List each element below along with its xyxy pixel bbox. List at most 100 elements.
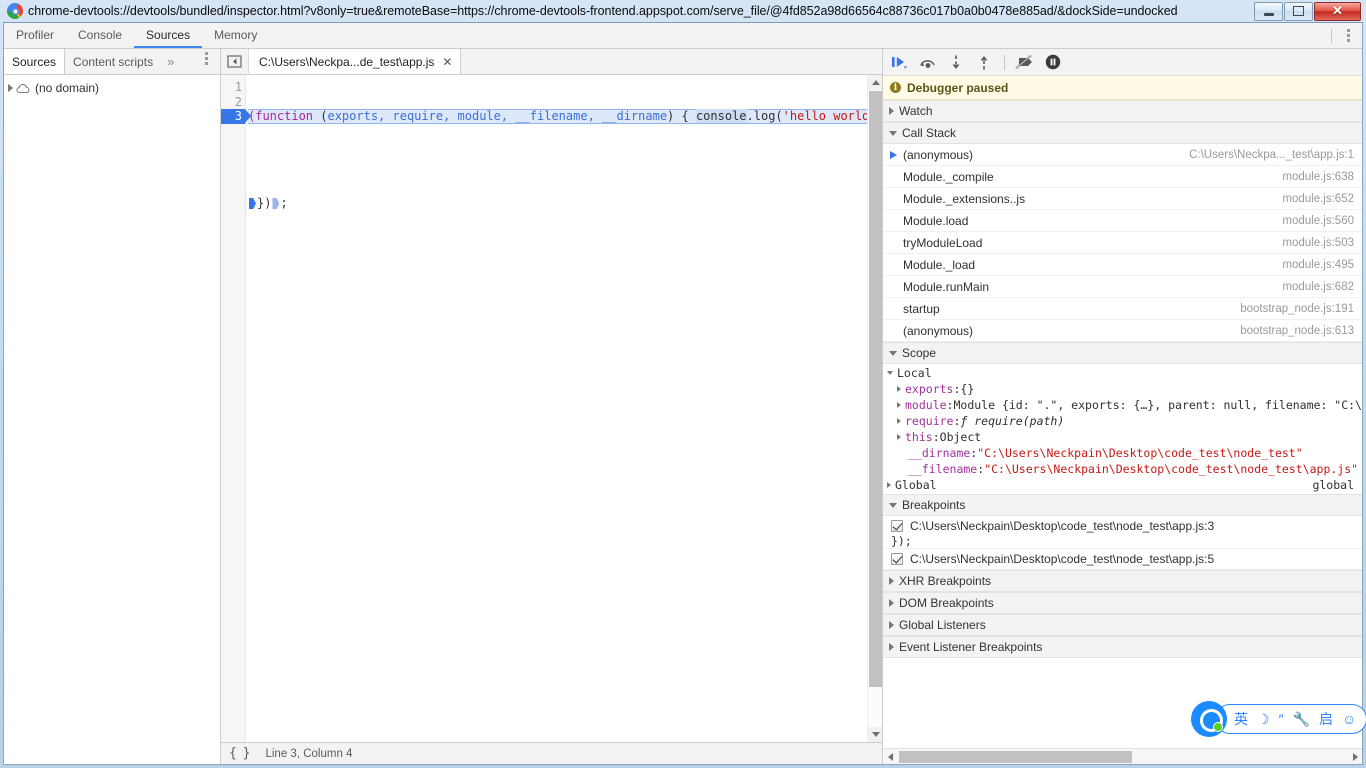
- close-button[interactable]: ✕: [1314, 1, 1361, 21]
- editor-vertical-scrollbar[interactable]: [867, 75, 882, 742]
- scope-separator: :: [970, 446, 978, 460]
- call-stack-row[interactable]: Module.load module.js:560: [883, 210, 1362, 232]
- line-number[interactable]: 1: [221, 80, 245, 95]
- call-stack-location: bootstrap_node.js:191: [1240, 302, 1354, 315]
- scope-row-this[interactable]: this: Object: [883, 429, 1362, 445]
- chevron-right-icon[interactable]: [897, 386, 901, 392]
- breakpoint-item[interactable]: C:\Users\Neckpain\Desktop\code_test\node…: [883, 516, 1362, 549]
- chevron-down-icon: [889, 130, 897, 136]
- call-stack-row[interactable]: Module._load module.js:495: [883, 254, 1362, 276]
- call-stack-row[interactable]: (anonymous) bootstrap_node.js:613: [883, 320, 1362, 342]
- chevron-right-icon[interactable]: [897, 402, 901, 408]
- call-stack-row[interactable]: tryModuleLoad module.js:503: [883, 232, 1362, 254]
- deactivate-breakpoints-icon[interactable]: [1012, 51, 1038, 73]
- tab-memory[interactable]: Memory: [202, 23, 269, 48]
- editor-pane: C:\Users\Neckpa...de_test\app.js ✕ 1 2 3…: [221, 49, 882, 764]
- section-xhr-breakpoints[interactable]: XHR Breakpoints: [883, 570, 1362, 592]
- devtools-window: Profiler Console Sources Memory Sources …: [3, 22, 1363, 765]
- nav-tab-sources[interactable]: Sources: [4, 49, 66, 74]
- section-event-listener-breakpoints[interactable]: Event Listener Breakpoints: [883, 636, 1362, 658]
- code-editor[interactable]: 1 2 3 (function (exports, require, modul…: [221, 75, 867, 742]
- ime-toolbar[interactable]: 英 ☽ ″ 🔧 启 ☺: [1191, 700, 1366, 738]
- chevron-right-icon[interactable]: [897, 434, 901, 440]
- toolbox-icon[interactable]: 启: [1319, 709, 1333, 729]
- section-dom-breakpoints[interactable]: DOM Breakpoints: [883, 592, 1362, 614]
- scroll-down-icon[interactable]: [868, 727, 882, 742]
- call-stack-row[interactable]: Module.runMain module.js:682: [883, 276, 1362, 298]
- debugger-paused-banner: i Debugger paused: [883, 76, 1362, 100]
- scope-group-local[interactable]: Local: [883, 365, 1362, 381]
- call-stack-location: C:\Users\Neckpa..._test\app.js:1: [1189, 148, 1354, 161]
- scope-row-module[interactable]: module: Module {id: ".", exports: {…}, p…: [883, 397, 1362, 413]
- input-mode-english[interactable]: 英: [1234, 709, 1248, 729]
- more-options-icon[interactable]: [1340, 27, 1356, 45]
- scope-property-value: ƒ require(path): [960, 414, 1065, 428]
- editor-status-bar: { } Line 3, Column 4: [221, 742, 882, 764]
- chevron-right-icon[interactable]: [887, 482, 891, 488]
- section-watch[interactable]: Watch: [883, 100, 1362, 122]
- step-into-next-function-call-icon[interactable]: [943, 51, 969, 73]
- scope-row-filename[interactable]: __filename: "C:\Users\Neckpain\Desktop\c…: [883, 461, 1362, 477]
- wrench-icon[interactable]: 🔧: [1293, 709, 1310, 729]
- scope-group-global[interactable]: Global global: [883, 477, 1362, 493]
- section-call-stack[interactable]: Call Stack: [883, 122, 1362, 144]
- call-stack-row[interactable]: startup bootstrap_node.js:191: [883, 298, 1362, 320]
- close-icon[interactable]: ✕: [442, 56, 452, 68]
- nav-tab-content-scripts[interactable]: Content scripts: [65, 49, 161, 74]
- scope-row-exports[interactable]: exports: {}: [883, 381, 1362, 397]
- navigator-more-options-icon[interactable]: [198, 49, 214, 67]
- emoji-icon[interactable]: ☺: [1342, 709, 1356, 729]
- code-token-params: exports, require, module, __filename, __…: [327, 109, 668, 123]
- pretty-print-button[interactable]: { }: [229, 746, 251, 761]
- scroll-left-icon[interactable]: [883, 750, 897, 764]
- inline-breakpoint-marker-active[interactable]: [249, 198, 256, 209]
- pause-on-exceptions-icon[interactable]: [1040, 51, 1066, 73]
- scope-property-name: require: [905, 414, 954, 428]
- scrollbar-thumb[interactable]: [869, 91, 882, 687]
- scope-list: Local exports: {} module: Module {id: ".…: [883, 364, 1362, 494]
- restore-button[interactable]: [1284, 1, 1313, 21]
- minimize-button[interactable]: [1254, 1, 1283, 21]
- section-breakpoints[interactable]: Breakpoints: [883, 494, 1362, 516]
- call-stack-row[interactable]: (anonymous) C:\Users\Neckpa..._test\app.…: [883, 144, 1362, 166]
- line-number-breakpoint[interactable]: 3: [221, 109, 251, 124]
- call-stack-row[interactable]: Module._compile module.js:638: [883, 166, 1362, 188]
- breakpoint-location: C:\Users\Neckpain\Desktop\code_test\node…: [910, 519, 1215, 533]
- breakpoint-item[interactable]: C:\Users\Neckpain\Desktop\code_test\node…: [883, 549, 1362, 570]
- step-over-next-function-call-icon[interactable]: [915, 51, 941, 73]
- inline-breakpoint-marker[interactable]: [272, 198, 280, 209]
- editor-tab-app-js[interactable]: C:\Users\Neckpa...de_test\app.js ✕: [249, 49, 462, 74]
- scroll-right-icon[interactable]: [1348, 750, 1362, 764]
- chevron-down-icon: [889, 502, 897, 508]
- nav-more-tabs-icon[interactable]: »: [161, 49, 180, 74]
- step-out-of-current-function-icon[interactable]: [971, 51, 997, 73]
- chevron-right-icon[interactable]: [897, 418, 901, 424]
- resume-script-execution-icon[interactable]: [887, 51, 913, 73]
- scrollbar-thumb[interactable]: [899, 750, 1132, 763]
- section-global-listeners[interactable]: Global Listeners: [883, 614, 1362, 636]
- line-number-gutter[interactable]: 1 2 3: [221, 75, 251, 742]
- editor-tab-label: C:\Users\Neckpa...de_test\app.js: [259, 54, 435, 69]
- code-content[interactable]: (function (exports, require, module, __f…: [246, 75, 867, 742]
- debugger-horizontal-scrollbar[interactable]: [883, 748, 1362, 764]
- line-number[interactable]: 2: [221, 95, 245, 110]
- tab-sources[interactable]: Sources: [134, 23, 203, 48]
- scroll-up-icon[interactable]: [868, 75, 882, 90]
- tab-profiler[interactable]: Profiler: [4, 23, 66, 48]
- breakpoint-checkbox[interactable]: [891, 520, 903, 532]
- qq-pinyin-logo-icon[interactable]: [1191, 701, 1227, 737]
- call-stack-function: startup: [903, 301, 940, 316]
- moon-icon[interactable]: ☽: [1257, 709, 1270, 729]
- tab-console[interactable]: Console: [66, 23, 134, 48]
- section-scope[interactable]: Scope: [883, 342, 1362, 364]
- show-navigator-icon[interactable]: [221, 49, 249, 74]
- call-stack-row[interactable]: Module._extensions..js module.js:652: [883, 188, 1362, 210]
- breakpoint-checkbox[interactable]: [891, 553, 903, 565]
- scope-row-require[interactable]: require: ƒ require(path): [883, 413, 1362, 429]
- tree-item-no-domain[interactable]: (no domain): [4, 79, 220, 97]
- chevron-right-icon[interactable]: [8, 84, 13, 92]
- scope-row-dirname[interactable]: __dirname: "C:\Users\Neckpain\Desktop\co…: [883, 445, 1362, 461]
- punctuation-icon[interactable]: ″: [1279, 709, 1284, 729]
- chevron-right-icon: [889, 577, 894, 585]
